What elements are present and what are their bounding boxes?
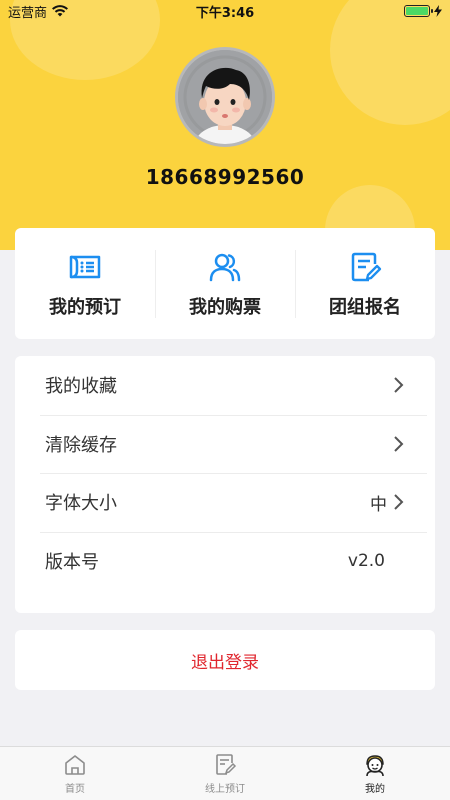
profile-face-icon bbox=[366, 754, 384, 776]
favorites-row[interactable]: 我的收藏 bbox=[15, 356, 435, 415]
logout-button[interactable]: 退出登录 bbox=[15, 630, 435, 690]
row-right bbox=[393, 376, 405, 394]
chevron-right-icon bbox=[394, 436, 404, 452]
version-value: v2.0 bbox=[347, 550, 385, 571]
status-time: 下午3:46 bbox=[195, 5, 255, 21]
my-bookings-label: 我的预订 bbox=[49, 296, 121, 318]
row-label: 清除缓存 bbox=[45, 434, 117, 456]
font-size-row[interactable]: 字体大小 中 bbox=[15, 473, 435, 532]
my-tickets-button[interactable]: 我的购票 bbox=[155, 228, 295, 339]
user-phone: 18668992560 bbox=[145, 165, 305, 189]
tab-mine[interactable]: 我的 bbox=[300, 747, 450, 800]
booking-list-icon bbox=[69, 255, 101, 278]
settings-list: 我的收藏 清除缓存 字体大小 中 版本号 v2.0 bbox=[15, 356, 435, 613]
chevron-right-icon bbox=[394, 494, 404, 510]
row-right bbox=[393, 435, 405, 453]
home-icon bbox=[65, 754, 85, 775]
row-right: v2.0 bbox=[348, 551, 405, 571]
clear-cache-row[interactable]: 清除缓存 bbox=[15, 414, 435, 474]
row-right: 中 bbox=[370, 490, 405, 515]
users-icon bbox=[209, 253, 241, 281]
edit-document-icon bbox=[216, 753, 237, 775]
tab-bar: 首页 线上预订 我的 bbox=[0, 746, 450, 800]
row-label: 我的收藏 bbox=[45, 376, 117, 398]
row-label: 字体大小 bbox=[45, 493, 117, 515]
tab-home[interactable]: 首页 bbox=[0, 747, 150, 800]
version-row: 版本号 v2.0 bbox=[15, 531, 435, 591]
status-bar: 运营商 下午3:46 bbox=[0, 0, 450, 22]
avatar[interactable] bbox=[175, 47, 275, 147]
font-size-value: 中 bbox=[370, 494, 387, 515]
my-tickets-label: 我的购票 bbox=[189, 296, 261, 318]
group-registration-label: 团组报名 bbox=[329, 296, 401, 318]
tab-online-booking[interactable]: 线上预订 bbox=[150, 747, 300, 800]
edit-document-icon bbox=[351, 252, 382, 281]
group-registration-button[interactable]: 团组报名 bbox=[295, 228, 435, 339]
cartoon-boy-avatar-icon bbox=[178, 50, 272, 144]
my-bookings-button[interactable]: 我的预订 bbox=[15, 228, 155, 339]
quick-actions-card: 我的预订 我的购票 团组报名 bbox=[15, 228, 435, 339]
tab-label: 首页 bbox=[65, 783, 85, 795]
row-label: 版本号 bbox=[45, 551, 99, 573]
tab-label: 线上预订 bbox=[205, 783, 245, 795]
chevron-right-icon bbox=[394, 377, 404, 393]
tab-label: 我的 bbox=[365, 783, 385, 795]
battery-icon bbox=[404, 5, 433, 17]
